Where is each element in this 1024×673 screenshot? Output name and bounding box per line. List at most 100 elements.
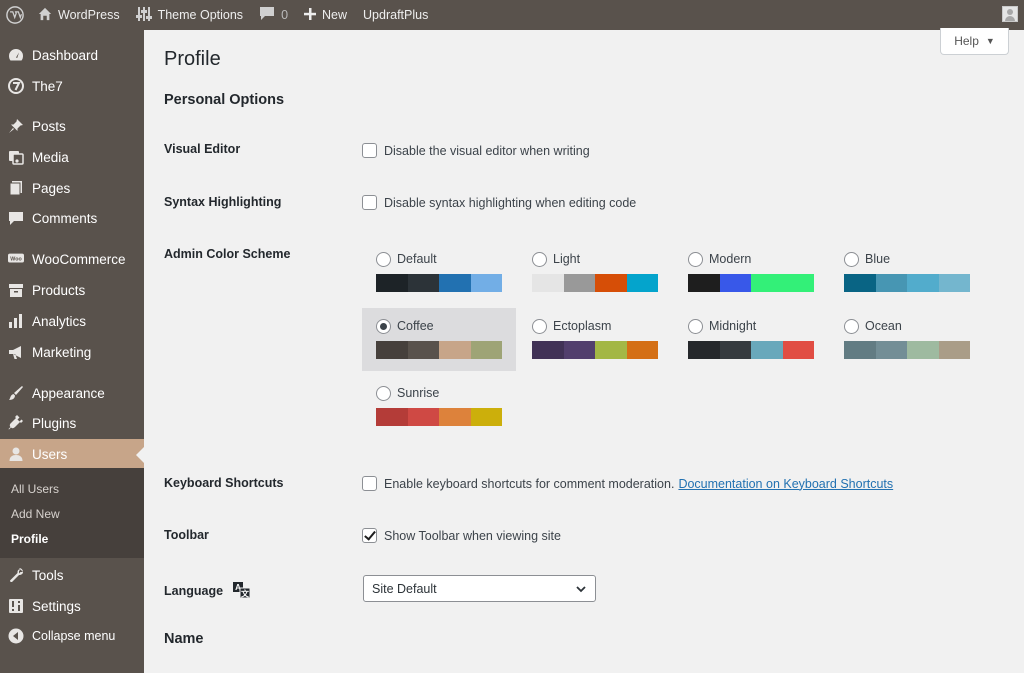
collapse-menu-button[interactable]: Collapse menu (0, 621, 144, 651)
color-scheme-light[interactable]: Light (518, 241, 672, 304)
caret-down-icon: ▼ (985, 36, 995, 46)
the7-icon (8, 78, 24, 94)
sidebar-item-label: Tools (32, 567, 64, 583)
scheme-radio[interactable] (376, 252, 391, 267)
color-swatch (688, 341, 720, 359)
sidebar-item-products[interactable]: Products (0, 275, 144, 305)
site-name-link[interactable]: WordPress (30, 0, 128, 30)
color-scheme-modern[interactable]: Modern (674, 241, 828, 304)
color-swatch (595, 341, 627, 359)
updraftplus-link[interactable]: UpdraftPlus (355, 0, 436, 30)
color-scheme-blue[interactable]: Blue (830, 241, 984, 304)
comment-icon (259, 6, 275, 24)
sidebar-item-label: The7 (32, 78, 63, 94)
scheme-name: Blue (865, 252, 891, 266)
sidebar-item-plugins[interactable]: Plugins (0, 408, 144, 438)
color-swatch (875, 341, 907, 359)
sidebar-item-woocommerce[interactable]: Woo WooCommerce (0, 244, 144, 274)
color-swatch (782, 274, 814, 292)
scheme-name: Ocean (865, 319, 902, 333)
scheme-swatches (844, 341, 970, 359)
wordpress-logo-icon[interactable] (0, 0, 30, 30)
sidebar-item-label: Marketing (32, 344, 92, 360)
sidebar-item-comments[interactable]: Comments (0, 203, 144, 233)
color-swatch (470, 408, 502, 426)
scheme-radio[interactable] (376, 319, 391, 334)
sidebar-item-analytics[interactable]: Analytics (0, 306, 144, 336)
language-label-row: Language A文 (164, 582, 251, 601)
color-swatch (688, 274, 720, 292)
keyboard-shortcuts-doc-link[interactable]: Documentation on Keyboard Shortcuts (678, 477, 893, 491)
scheme-radio[interactable] (532, 252, 547, 267)
scheme-swatches (376, 341, 502, 359)
visual-editor-checkbox[interactable] (362, 143, 377, 158)
admin-color-scheme-label: Admin Color Scheme (164, 247, 291, 261)
sidebar-item-label: Plugins (32, 415, 77, 431)
new-content-link[interactable]: New (296, 0, 355, 30)
color-swatch (719, 341, 751, 359)
color-swatch (595, 274, 627, 292)
svg-text:文: 文 (241, 589, 250, 599)
submenu-profile[interactable]: Profile (11, 532, 48, 546)
color-swatch (719, 274, 751, 292)
color-swatch (938, 341, 970, 359)
color-swatch (563, 341, 595, 359)
scheme-swatches (376, 274, 502, 292)
toolbar-checkbox[interactable] (362, 528, 377, 543)
sidebar-item-marketing[interactable]: Marketing (0, 337, 144, 367)
sidebar-item-posts[interactable]: Posts (0, 111, 144, 141)
help-button[interactable]: Help ▼ (940, 28, 1009, 55)
scheme-name: Modern (709, 252, 752, 266)
scheme-radio[interactable] (688, 319, 703, 334)
updraftplus-label: UpdraftPlus (363, 8, 429, 22)
theme-options-link[interactable]: Theme Options (128, 0, 251, 30)
toolbar-option[interactable]: Show Toolbar when viewing site (362, 528, 561, 543)
chevron-down-icon (575, 583, 587, 598)
sidebar-item-pages[interactable]: Pages (0, 173, 144, 203)
color-swatch (938, 274, 970, 292)
syntax-highlighting-label: Syntax Highlighting (164, 195, 282, 209)
scheme-radio[interactable] (844, 319, 859, 334)
color-scheme-midnight[interactable]: Midnight (674, 308, 828, 371)
keyboard-shortcuts-option-text: Enable keyboard shortcuts for comment mo… (384, 476, 675, 491)
sidebar-item-dashboard[interactable]: Dashboard (0, 40, 144, 70)
sidebar-item-appearance[interactable]: Appearance (0, 378, 144, 408)
megaphone-icon (8, 344, 24, 360)
color-scheme-sunrise[interactable]: Sunrise (362, 375, 516, 438)
scheme-radio[interactable] (376, 386, 391, 401)
color-scheme-ocean[interactable]: Ocean (830, 308, 984, 371)
sidebar-item-label: Pages (32, 180, 71, 196)
syntax-highlighting-checkbox[interactable] (362, 195, 377, 210)
sidebar-item-label: Comments (32, 210, 98, 226)
color-scheme-coffee[interactable]: Coffee (362, 308, 516, 371)
color-scheme-default[interactable]: Default (362, 241, 516, 304)
submenu-all-users[interactable]: All Users (11, 482, 59, 496)
comments-link[interactable]: 0 (251, 0, 296, 30)
color-swatch (439, 341, 471, 359)
translation-icon: A文 (232, 582, 251, 601)
scheme-swatches (688, 274, 814, 292)
color-swatch (751, 341, 783, 359)
submenu-add-new[interactable]: Add New (11, 507, 60, 521)
scheme-radio[interactable] (844, 252, 859, 267)
comment-icon (8, 210, 24, 226)
sidebar-item-users[interactable]: Users (0, 439, 144, 469)
sidebar-item-label: Appearance (32, 385, 105, 401)
syntax-highlighting-option-text: Disable syntax highlighting when editing… (384, 195, 637, 210)
personal-options-heading: Personal Options (164, 92, 285, 108)
sidebar-item-settings[interactable]: Settings (0, 591, 144, 621)
avatar[interactable] (1002, 6, 1018, 22)
sidebar-item-media[interactable]: Media (0, 142, 144, 172)
sidebar-item-tools[interactable]: Tools (0, 560, 144, 590)
keyboard-shortcuts-checkbox[interactable] (362, 476, 377, 491)
scheme-radio[interactable] (532, 319, 547, 334)
syntax-highlighting-option[interactable]: Disable syntax highlighting when editing… (362, 195, 636, 210)
color-scheme-ectoplasm[interactable]: Ectoplasm (518, 308, 672, 371)
keyboard-shortcuts-option: Enable keyboard shortcuts for comment mo… (362, 476, 893, 491)
visual-editor-option[interactable]: Disable the visual editor when writing (362, 143, 590, 158)
scheme-name: Midnight (709, 319, 757, 333)
language-select[interactable]: Site Default (363, 575, 596, 602)
scheme-radio[interactable] (688, 252, 703, 267)
sidebar-item-the7[interactable]: The7 (0, 71, 144, 101)
sidebar-item-label: Media (32, 149, 69, 165)
